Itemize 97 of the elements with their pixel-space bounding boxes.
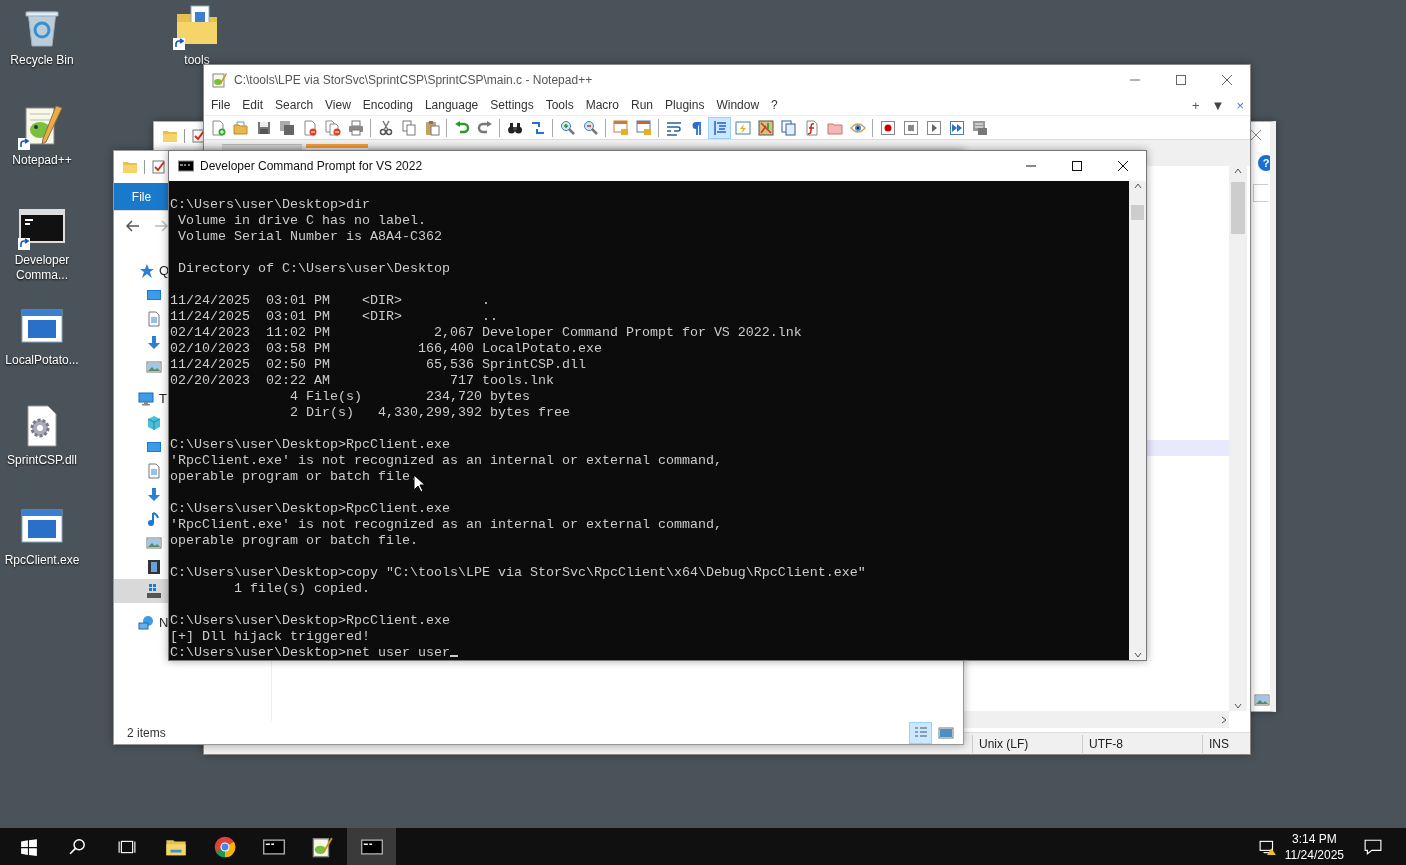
mouse-pointer-icon [413, 474, 425, 493]
console-line: 11/24/2025 03:01 PM <DIR> .. [170, 309, 498, 324]
scroll-up-icon[interactable] [1132, 181, 1143, 191]
window-title: Developer Command Prompt for VS 2022 [200, 158, 424, 175]
console-line: Volume in drive C has no label. [177, 213, 426, 228]
status-text: INS [1202, 734, 1246, 753]
clock-date[interactable]: 11/24/2025 [1284, 846, 1344, 863]
document-icon [146, 311, 162, 327]
notepad-icon [212, 72, 228, 88]
console-line: Directory of C:\Users\user\Desktop [177, 261, 450, 276]
desktop-icon [146, 287, 162, 303]
windows-logo-icon[interactable] [19, 837, 38, 856]
tab-list-button[interactable]: ▼ [1205, 95, 1231, 115]
help-button[interactable]: ? [1258, 155, 1270, 171]
console-line: 02/14/2023 11:02 PM 2,067 Developer Command Prompt for VS 2022.lnk [170, 325, 802, 340]
menu-item[interactable]: Tools [539, 95, 580, 115]
nav-item[interactable]: Q [114, 259, 169, 283]
icon-label[interactable]: Recycle Bin [4, 53, 80, 68]
icon-label[interactable]: tools [159, 53, 235, 68]
menu-item[interactable]: Window [710, 95, 766, 115]
picture-icon [146, 359, 162, 375]
status-text: UTF-8 [1082, 734, 1202, 753]
clock-time[interactable]: 3:14 PM [1292, 830, 1337, 847]
scroll-up-icon[interactable] [1233, 166, 1243, 176]
console-line: C:\Users\user\Desktop>RpcClient.exe [170, 437, 450, 452]
console-line: operable program or batch file. [170, 469, 418, 484]
item-count: 2 items [127, 724, 167, 742]
console-line: C:\Users\user\Desktop>net user user [170, 645, 450, 660]
scrollbar-thumb[interactable] [1231, 182, 1245, 234]
icon-label[interactable]: RpcClient.exe [4, 553, 80, 568]
menu-item[interactable]: Macro [579, 95, 625, 115]
console-line: 11/24/2025 03:01 PM <DIR> . [170, 293, 490, 308]
menu-item[interactable]: Search [269, 95, 320, 115]
nav-item[interactable]: T [114, 387, 169, 411]
scrollbar-thumb[interactable] [1131, 205, 1144, 220]
notification-icon[interactable] [1364, 837, 1382, 856]
menu-item[interactable]: Settings [484, 95, 540, 115]
console-line: 11/24/2025 02:50 PM 65,536 SprintCSP.dll [170, 357, 586, 372]
menu-item[interactable]: ? [765, 95, 784, 115]
console-line: operable program or batch file. [170, 533, 418, 548]
status-text: Unix (LF) [972, 734, 1082, 753]
menu-item[interactable]: Encoding [356, 95, 419, 115]
picture-icon [146, 535, 162, 551]
film-icon [146, 559, 162, 575]
browser-icon[interactable] [213, 835, 236, 858]
taskbar-console-button[interactable] [347, 828, 396, 865]
console-line: 02/10/2023 03:58 PM 166,400 LocalPotato.exe [170, 341, 602, 356]
console-line: C:\Users\user\Desktop>RpcClient.exe [170, 501, 450, 516]
scroll-down-icon[interactable] [1132, 650, 1143, 660]
back-arrow-icon[interactable] [125, 218, 141, 234]
menu-item[interactable]: Language [418, 95, 485, 115]
search-icon[interactable] [68, 837, 87, 856]
cube-icon [146, 415, 162, 431]
star-icon [138, 263, 154, 279]
icon-label[interactable]: Developer Comma... [4, 253, 80, 283]
console-line: 'RpcClient.exe' is not recognized as an internal or external command, [170, 453, 722, 468]
download-icon [146, 487, 162, 503]
new-tab-button[interactable]: + [1185, 95, 1206, 115]
file-tab[interactable]: File [114, 183, 169, 210]
computer-icon [138, 391, 154, 407]
scroll-right-icon[interactable] [1219, 714, 1229, 725]
icon-label[interactable]: LocalPotato... [4, 353, 80, 368]
console-line: Volume Serial Number is A8A4-C362 [177, 229, 442, 244]
menu-item[interactable]: Plugins [659, 95, 711, 115]
console-line: 2 Dir(s) 4,330,299,392 bytes free [288, 405, 570, 420]
console-line: [+] Dll hijack triggered! [170, 629, 370, 644]
shortcut-notepad-icon[interactable] [18, 102, 66, 150]
icon-label[interactable]: Notepad++ [4, 153, 80, 168]
window-title: C:\tools\LPE via StorSvc\SprintCSP\SprintCSP\main.c - Notepad++ [234, 72, 594, 89]
menu-item[interactable]: File [205, 95, 237, 115]
picture-view-icon[interactable] [1254, 692, 1270, 708]
console-line: C:\Users\user\Desktop>copy "C:\tools\LPE via StorSvc\RpcClient\x64\Debug\RpcClient.exe" [170, 565, 866, 580]
console-line: 1 file(s) copied. [233, 581, 370, 596]
console-line: 02/20/2023 02:22 AM 717 tools.lnk [170, 373, 554, 388]
console-icon [178, 158, 194, 174]
music-note-icon [146, 511, 162, 527]
scroll-down-icon[interactable] [1233, 701, 1243, 711]
console-line: C:\Users\user\Desktop>dir [170, 197, 370, 212]
console-line: C:\Users\user\Desktop>RpcClient.exe [170, 613, 450, 628]
console-line: 4 File(s) 234,720 bytes [288, 389, 530, 404]
menu-item[interactable]: Run [625, 95, 660, 115]
menu-item[interactable]: Edit [236, 95, 270, 115]
network-icon [138, 615, 154, 631]
close-icon[interactable] [1248, 127, 1264, 143]
download-icon [146, 335, 162, 351]
forward-arrow-icon[interactable] [153, 218, 169, 234]
nav-item[interactable]: N [114, 611, 169, 635]
desktop-icon [146, 439, 162, 455]
close-tab-button[interactable]: × [1230, 95, 1250, 115]
checklist-icon[interactable] [151, 159, 167, 175]
search-field[interactable] [1253, 184, 1268, 202]
console-line: 'RpcClient.exe' is not recognized as an internal or external command, [170, 517, 722, 532]
notepad-icon[interactable] [311, 835, 334, 858]
drive-icon [146, 583, 162, 599]
document-icon [146, 463, 162, 479]
menu-item[interactable]: View [319, 95, 357, 115]
icon-label[interactable]: SprintCSP.dll [4, 453, 80, 468]
